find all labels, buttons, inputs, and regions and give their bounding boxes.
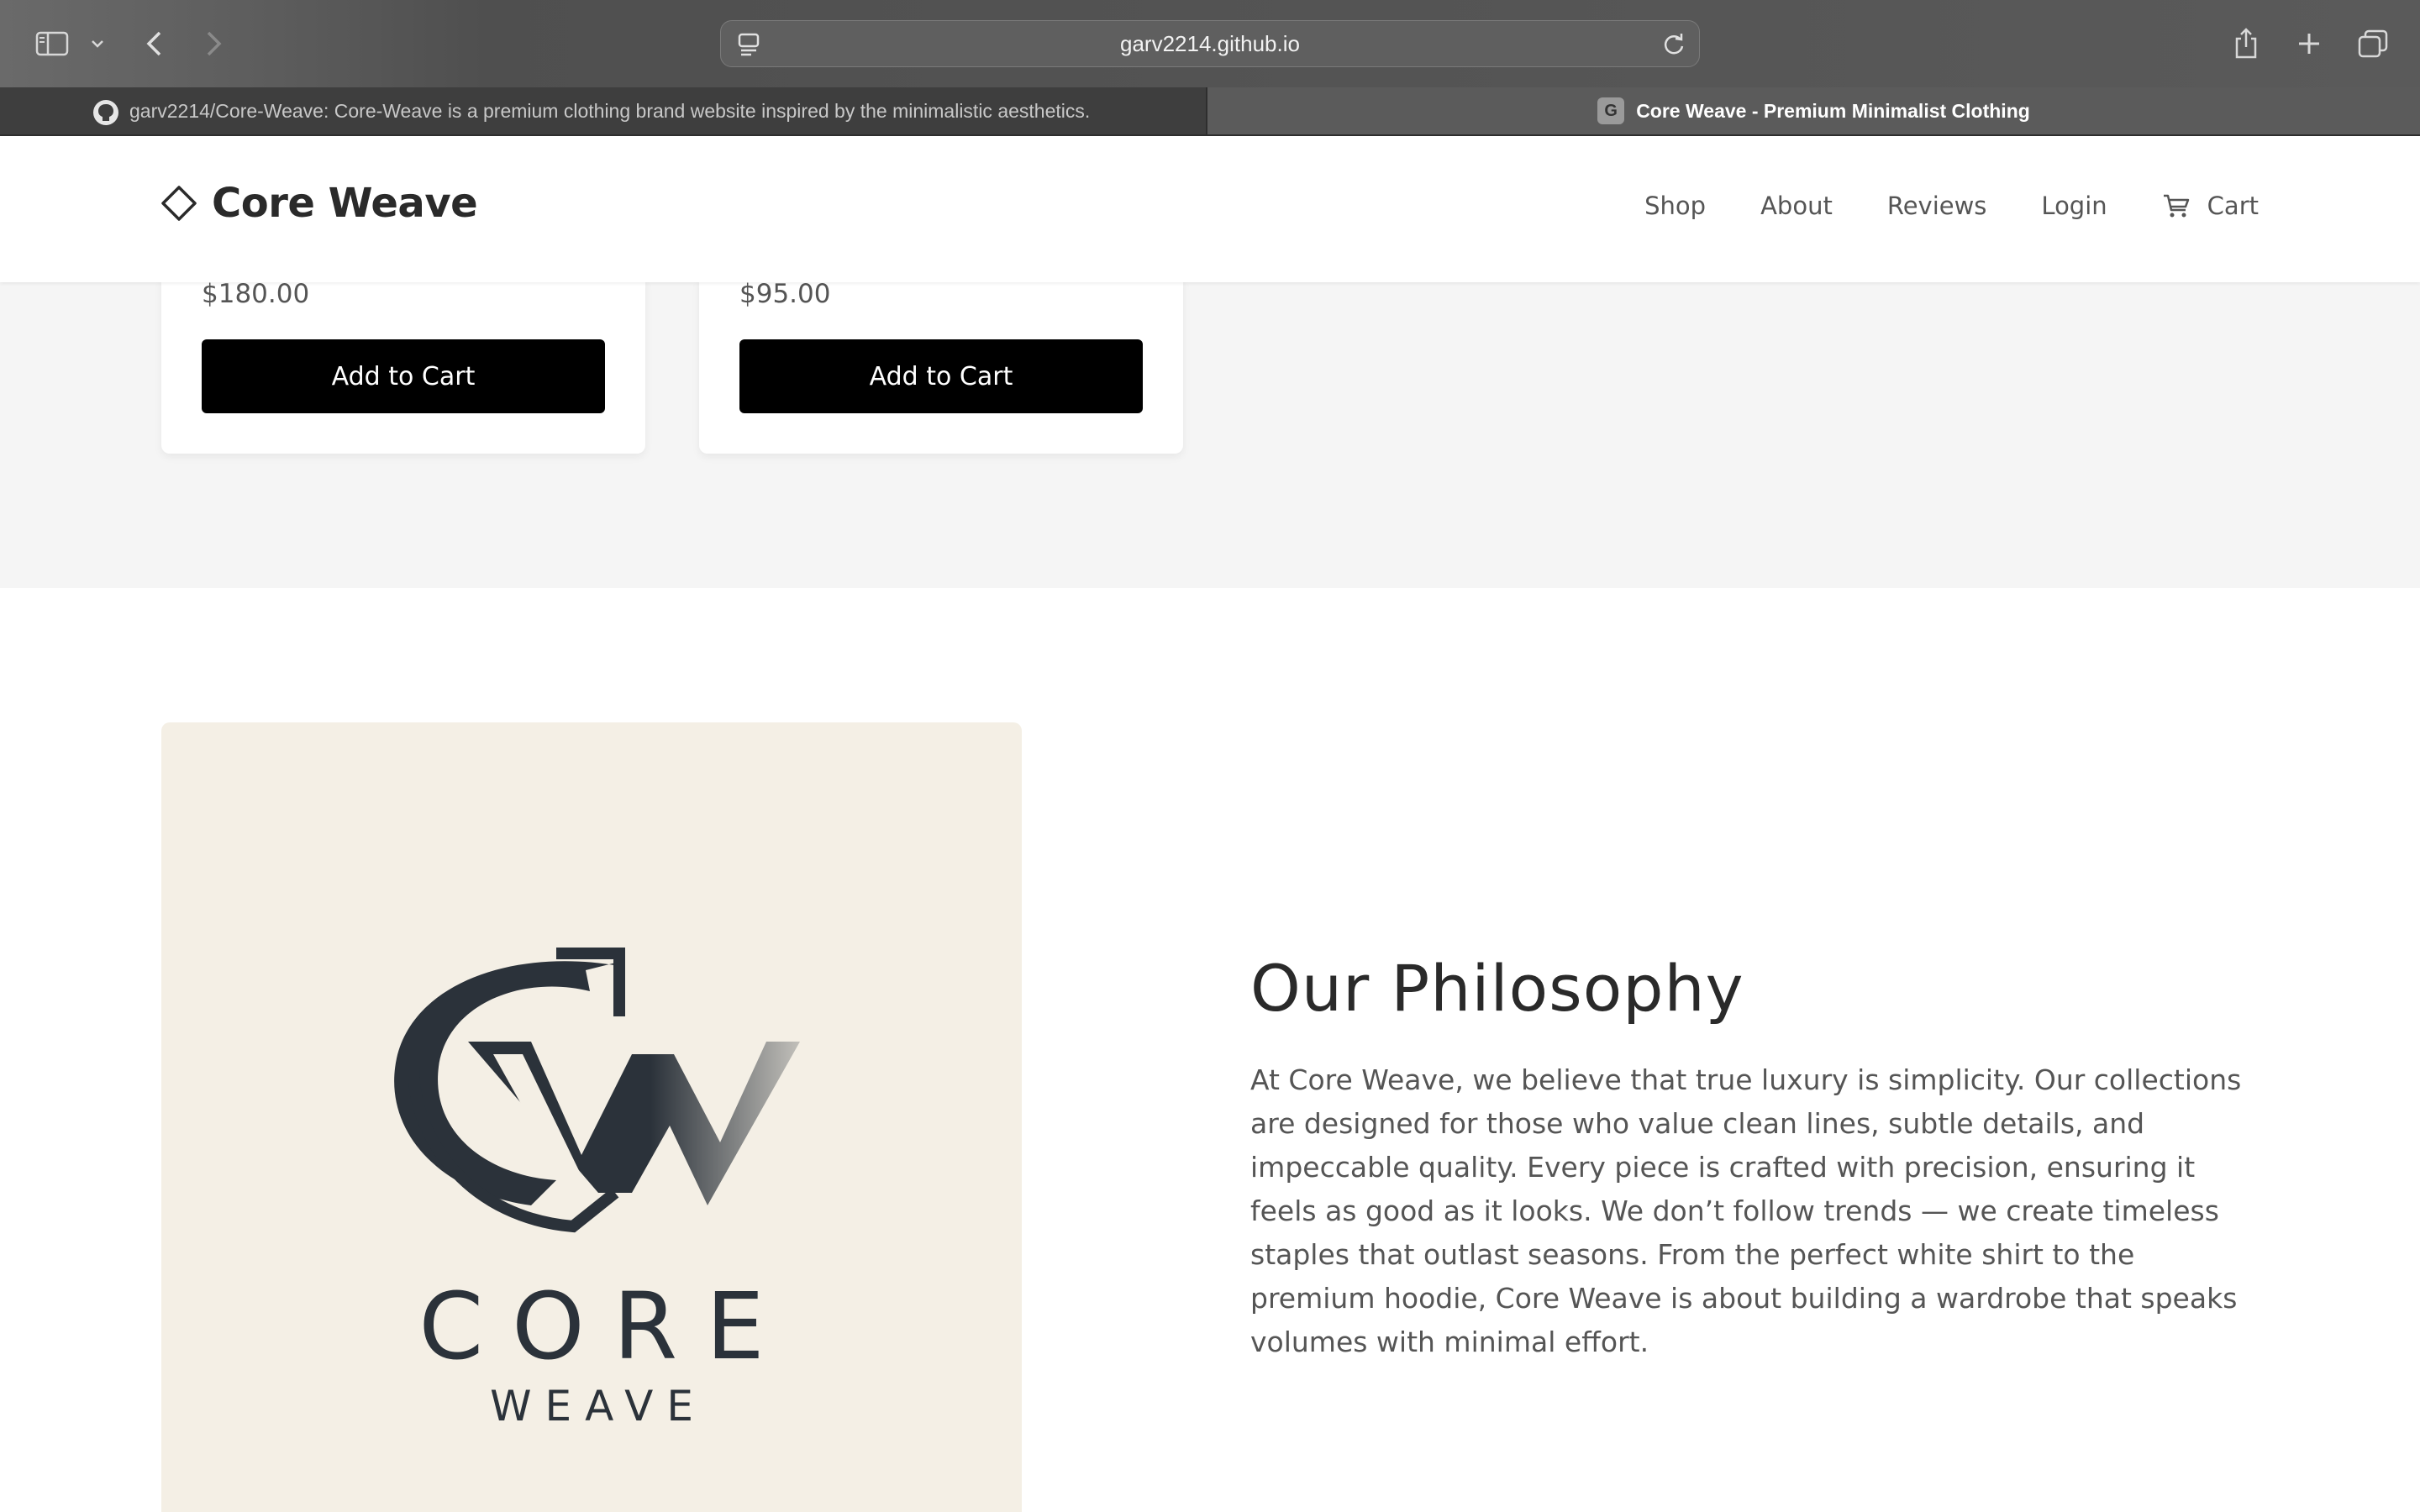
- new-tab-icon[interactable]: [2294, 22, 2324, 66]
- brand-name: Core Weave: [212, 180, 478, 227]
- philosophy-body: At Core Weave, we believe that true luxu…: [1250, 1063, 2242, 1358]
- site-header: Core Weave Shop About Reviews Login Cart: [0, 136, 2420, 282]
- add-to-cart-button[interactable]: Add to Cart: [739, 339, 1143, 413]
- add-to-cart-button[interactable]: Add to Cart: [202, 339, 605, 413]
- brand-logo-image: CORE WEAVE: [161, 722, 1022, 1512]
- philosophy-section: CORE WEAVE Our Philosophy At Core Weave,…: [0, 588, 2420, 1512]
- product-price: $180.00: [202, 279, 310, 309]
- sidebar-icon[interactable]: [32, 22, 72, 66]
- site-favicon: G: [1597, 97, 1625, 124]
- nav-about[interactable]: About: [1760, 192, 1833, 220]
- share-icon[interactable]: [2231, 22, 2261, 66]
- nav-login[interactable]: Login: [2041, 192, 2107, 220]
- nav-reviews[interactable]: Reviews: [1887, 192, 1987, 220]
- tab-overview-icon[interactable]: [2356, 22, 2390, 66]
- back-icon[interactable]: [139, 22, 168, 66]
- nav-shop[interactable]: Shop: [1644, 192, 1706, 220]
- tab-bar: garv2214/Core-Weave: Core-Weave is a pre…: [0, 87, 2420, 136]
- url-text: garv2214.github.io: [1120, 30, 1300, 56]
- forward-icon[interactable]: [200, 22, 229, 66]
- diamond-icon: [161, 186, 197, 221]
- product-card: $95.00 Add to Cart: [699, 274, 1183, 454]
- address-bar[interactable]: garv2214.github.io: [720, 20, 1700, 67]
- nav-cart[interactable]: Cart: [2162, 192, 2259, 220]
- product-card: $180.00 Add to Cart: [161, 274, 645, 454]
- reader-icon[interactable]: [738, 33, 760, 60]
- products-section: $180.00 Add to Cart $95.00 Add to Cart: [0, 274, 2420, 588]
- tab-core-weave[interactable]: G Core Weave - Premium Minimalist Clothi…: [1207, 87, 2420, 134]
- logo-wordmark-weave: WEAVE: [490, 1382, 707, 1431]
- cart-label: Cart: [2207, 192, 2259, 220]
- logo-wordmark-core: CORE: [418, 1273, 793, 1380]
- chevron-down-icon[interactable]: [87, 22, 108, 66]
- tab-title: garv2214/Core-Weave: Core-Weave is a pre…: [129, 99, 1091, 122]
- tab-github[interactable]: garv2214/Core-Weave: Core-Weave is a pre…: [0, 87, 1207, 134]
- github-icon: [92, 99, 119, 131]
- cart-icon: [2163, 194, 2189, 218]
- browser-toolbar: garv2214.github.io: [0, 0, 2420, 87]
- product-price: $95.00: [739, 279, 831, 309]
- philosophy-title: Our Philosophy: [1250, 951, 1744, 1026]
- main-nav: Shop About Reviews Login Cart: [1590, 192, 2259, 220]
- tab-title: Core Weave - Premium Minimalist Clothing: [1636, 99, 2030, 122]
- brand-logo[interactable]: Core Weave: [160, 180, 478, 227]
- reload-icon[interactable]: [1662, 32, 1686, 60]
